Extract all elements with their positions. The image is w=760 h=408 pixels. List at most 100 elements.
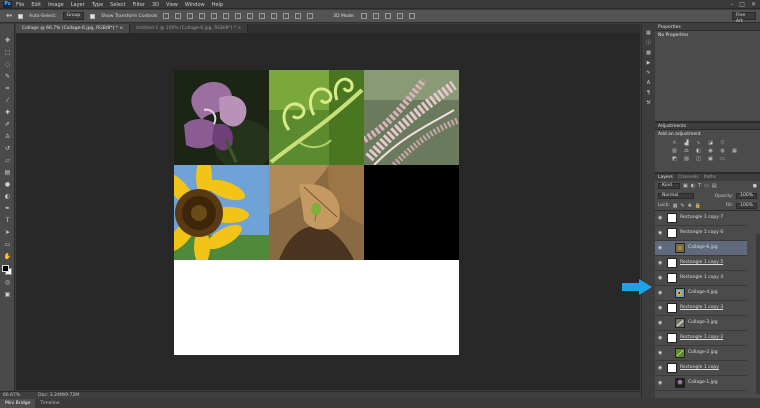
layers-scrollbar[interactable]	[756, 234, 760, 394]
history-brush-tool-icon[interactable]: ↺	[3, 145, 12, 152]
blend-mode-dropdown[interactable]: Normal	[658, 193, 694, 199]
screen-mode-icon[interactable]: ▣	[3, 291, 12, 298]
menu-layer[interactable]: Layer	[71, 2, 85, 8]
3d-pan-icon[interactable]	[384, 13, 391, 19]
threshold-icon[interactable]: ◫	[695, 157, 702, 162]
crop-tool-icon[interactable]: ⌗	[3, 85, 12, 92]
menu-type[interactable]: Type	[92, 2, 103, 8]
color-lookup-icon[interactable]: ▦	[731, 149, 738, 154]
layer-row[interactable]: ◉ Collage-4.jpg	[655, 286, 747, 301]
collage-tile-sunflower[interactable]	[174, 165, 269, 260]
black-white-icon[interactable]: ◧	[695, 149, 702, 154]
visibility-eye-icon[interactable]: ◉	[658, 305, 662, 311]
distribute-top-icon[interactable]	[235, 13, 242, 19]
align-hcenter-icon[interactable]	[211, 13, 218, 19]
character-panel-icon[interactable]: A	[645, 80, 652, 86]
layer-row[interactable]: ◉ Rectangle 1 copy 4	[655, 271, 747, 286]
levels-icon[interactable]: ▟	[683, 141, 690, 146]
layer-row[interactable]: ◉ Rectangle 1 copy 6	[655, 226, 747, 241]
paragraph-panel-icon[interactable]: ¶	[645, 90, 652, 96]
filter-pixel-icon[interactable]: ▣	[683, 183, 688, 189]
layer-row[interactable]: ◉ Collage-1.jpg	[655, 376, 747, 391]
filter-adjust-icon[interactable]: ◐	[691, 183, 695, 189]
tab-timeline[interactable]: Timeline	[35, 399, 64, 408]
workspace-switcher[interactable]: Fine Art	[732, 12, 756, 24]
info-panel-icon[interactable]: ⓘ	[645, 40, 652, 46]
move-tool-icon[interactable]: ✥▾	[6, 14, 12, 19]
blur-tool-icon[interactable]: ●	[3, 181, 12, 188]
gradient-map-icon[interactable]: ▭	[719, 157, 726, 162]
layer-row[interactable]: ◉ Rectangle 1 copy 3	[655, 301, 747, 316]
visibility-eye-icon[interactable]: ◉	[658, 275, 662, 281]
layer-row[interactable]: ◉ Rectangle 1 copy 7	[655, 211, 747, 226]
align-vcenter-icon[interactable]	[175, 13, 182, 19]
opacity-input[interactable]: 100%	[736, 193, 757, 199]
distribute-hcenter-icon[interactable]	[283, 13, 290, 19]
move-tool-icon[interactable]: ✥	[3, 37, 12, 44]
visibility-eye-icon[interactable]: ◉	[658, 215, 662, 221]
3d-scale-icon[interactable]	[408, 13, 415, 19]
invert-icon[interactable]: ◩	[671, 157, 678, 162]
quick-select-tool-icon[interactable]: ✎	[3, 73, 12, 80]
visibility-eye-icon[interactable]: ◉	[658, 350, 662, 356]
distribute-right-icon[interactable]	[295, 13, 302, 19]
type-tool-icon[interactable]: T	[3, 217, 12, 224]
auto-align-icon[interactable]	[307, 13, 314, 19]
visibility-eye-icon[interactable]: ◉	[658, 365, 662, 371]
filter-shape-icon[interactable]: ▭	[704, 183, 709, 189]
visibility-eye-icon[interactable]: ◉	[658, 260, 662, 266]
close-button[interactable]: ✕	[751, 1, 756, 8]
brush-panel-icon[interactable]: ✎	[645, 70, 652, 76]
visibility-eye-icon[interactable]: ◉	[658, 230, 662, 236]
paths-tab[interactable]: Paths	[704, 174, 716, 181]
menu-help[interactable]: Help	[212, 2, 223, 8]
align-top-icon[interactable]	[163, 13, 170, 19]
menu-window[interactable]: Window	[185, 2, 205, 8]
menu-image[interactable]: Image	[48, 2, 64, 8]
distribute-vcenter-icon[interactable]	[247, 13, 254, 19]
layer-row[interactable]: ◉ Collage-2.jpg	[655, 346, 747, 361]
align-right-icon[interactable]	[223, 13, 230, 19]
history-panel-icon[interactable]: ▦	[645, 30, 652, 36]
layer-filter-dropdown[interactable]: Kind	[658, 183, 680, 189]
dodge-tool-icon[interactable]: ◐	[3, 193, 12, 200]
filter-toggle-icon[interactable]: ●	[753, 183, 757, 189]
filter-smart-icon[interactable]: ▤	[712, 183, 717, 189]
menu-view[interactable]: View	[166, 2, 178, 8]
collage-tile-fern[interactable]	[269, 70, 364, 165]
actions-panel-icon[interactable]: ▶	[645, 60, 652, 66]
hand-tool-icon[interactable]: ✋	[3, 253, 12, 260]
tab-mini-bridge[interactable]: Mini Bridge	[0, 399, 36, 408]
photo-filter-icon[interactable]: ◉	[707, 149, 714, 154]
tool-presets-panel-icon[interactable]: ⚒	[645, 100, 652, 106]
lock-pixels-icon[interactable]: ✎	[681, 203, 685, 209]
layer-row[interactable]: ◉ Rectangle 1 copy 5	[655, 256, 747, 271]
fill-input[interactable]: 100%	[736, 202, 757, 209]
maximize-button[interactable]: □	[739, 1, 745, 8]
zoom-level[interactable]: 66.67%	[3, 392, 20, 399]
collage-tile-grass[interactable]	[364, 70, 459, 165]
3d-roll-icon[interactable]	[372, 13, 379, 19]
eyedropper-tool-icon[interactable]: ⁄	[3, 97, 12, 104]
eraser-tool-icon[interactable]: ▱	[3, 157, 12, 164]
lasso-tool-icon[interactable]: ◌	[3, 61, 12, 68]
layer-row[interactable]: ◉ Collage-6.jpg	[655, 241, 747, 256]
clone-stamp-tool-icon[interactable]: ♙	[3, 133, 12, 140]
3d-rotate-icon[interactable]	[360, 13, 367, 19]
menu-filter[interactable]: Filter	[133, 2, 145, 8]
align-bottom-icon[interactable]	[187, 13, 194, 19]
tab-untitled-1[interactable]: Untitled-1 @ 100% (Collage-6.jpg, RGB/8*…	[130, 24, 249, 33]
doc-size[interactable]: Doc: 3.24M/9.72M	[38, 392, 79, 399]
hue-saturation-icon[interactable]: ▥	[671, 149, 678, 154]
document-canvas[interactable]	[174, 70, 459, 355]
marquee-tool-icon[interactable]: ⬚	[3, 49, 12, 56]
visibility-eye-icon[interactable]: ◉	[658, 380, 662, 386]
path-select-tool-icon[interactable]: ➤	[3, 229, 12, 236]
curves-icon[interactable]: ∿	[695, 141, 702, 146]
collage-tile-empty-black[interactable]	[364, 165, 459, 260]
3d-slide-icon[interactable]	[396, 13, 403, 19]
quick-mask-icon[interactable]: ◎	[3, 279, 12, 286]
healing-brush-tool-icon[interactable]: ✚	[3, 109, 12, 116]
lock-all-icon[interactable]: 🔒	[695, 203, 701, 209]
layer-row[interactable]: ◉ Rectangle 1 copy	[655, 361, 747, 376]
